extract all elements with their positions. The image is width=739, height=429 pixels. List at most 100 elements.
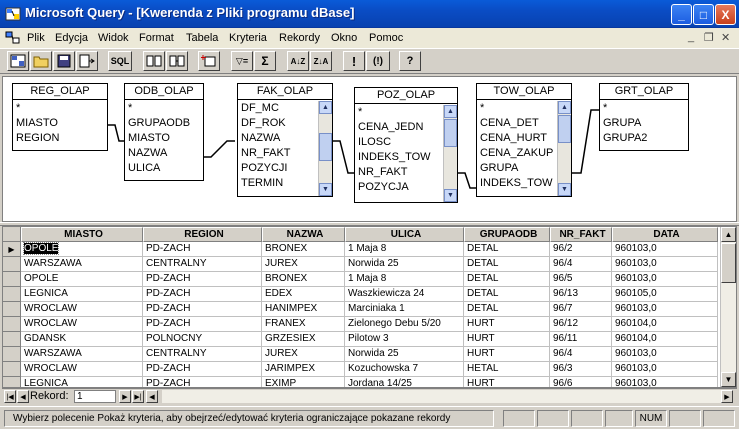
table-title[interactable]: REG_OLAP <box>13 84 107 100</box>
grid-cell[interactable]: 960105,0 <box>612 287 718 302</box>
menu-pomoc[interactable]: Pomoc <box>369 32 403 44</box>
active-cell-value[interactable]: OPOLE <box>22 242 60 255</box>
show-criteria-button[interactable] <box>166 51 188 71</box>
next-record-icon[interactable]: ▶ <box>119 390 131 403</box>
sum-button[interactable]: Σ <box>254 51 276 71</box>
grid-cell[interactable]: OPOLE <box>21 242 143 257</box>
grid-cell[interactable]: PD-ZACH <box>143 302 262 317</box>
grid-cell[interactable]: 960104,0 <box>612 317 718 332</box>
field-item[interactable]: TERMIN <box>238 176 317 191</box>
grid-cell[interactable]: 96/5 <box>550 272 612 287</box>
select-all-corner[interactable] <box>3 227 21 242</box>
grid-cell[interactable]: GDANSK <box>21 332 143 347</box>
field-item[interactable]: * <box>477 101 556 116</box>
table-row[interactable]: WROCLAW PD-ZACH FRANEX Zielonego Debu 5/20 H… <box>3 317 718 332</box>
field-item[interactable]: ULICA <box>125 161 203 176</box>
grid-cell[interactable]: LEGNICA <box>21 287 143 302</box>
grid-cell[interactable]: 960103,0 <box>612 257 718 272</box>
grid-cell[interactable]: 1 Maja 8 <box>345 242 464 257</box>
save-button[interactable] <box>53 51 75 71</box>
table-row[interactable]: GDANSK POLNOCNY GRZESIEX Pilotow 3 HURT 96/11… <box>3 332 718 347</box>
table-row[interactable]: LEGNICA PD-ZACH EXIMP Jordana 14/25 HURT 96/6… <box>3 377 718 387</box>
scroll-down-icon[interactable]: ▼ <box>558 183 571 196</box>
grid-cell[interactable]: 96/4 <box>550 347 612 362</box>
column-header[interactable]: GRUPAODB <box>464 227 550 242</box>
grid-cell[interactable]: HANIMPEX <box>262 302 345 317</box>
field-item[interactable]: CENA_ZAKUP <box>477 146 556 161</box>
field-item[interactable]: ILOSC <box>355 135 442 150</box>
field-item[interactable]: MIASTO <box>13 116 107 131</box>
grid-cell[interactable]: HURT <box>464 377 550 387</box>
field-item[interactable]: GRUPAODB <box>125 116 203 131</box>
table-scrollbar[interactable]: ▲ ▼ <box>557 101 571 196</box>
table-odb-olap[interactable]: ODB_OLAP * GRUPAODB MIASTO NAZWA ULICA <box>124 83 204 181</box>
grid-cell[interactable]: JARIMPEX <box>262 362 345 377</box>
grid-cell[interactable]: BRONEX <box>262 272 345 287</box>
field-item[interactable]: POZYCJI <box>238 161 317 176</box>
table-row[interactable]: WROCLAW PD-ZACH HANIMPEX Marciniaka 1 DETAL 9… <box>3 302 718 317</box>
scroll-left-icon[interactable]: ◀ <box>146 390 158 403</box>
previous-record-icon[interactable]: ◀ <box>17 390 29 403</box>
scroll-thumb[interactable] <box>558 115 571 143</box>
field-item[interactable]: NAZWA <box>125 146 203 161</box>
grid-cell[interactable]: POLNOCNY <box>143 332 262 347</box>
field-item[interactable]: NR_FAKT <box>238 146 317 161</box>
grid-cell[interactable]: 96/12 <box>550 317 612 332</box>
show-tables-button[interactable] <box>143 51 165 71</box>
grid-cell[interactable]: WROCLAW <box>21 362 143 377</box>
scroll-down-icon[interactable]: ▼ <box>444 189 457 202</box>
table-reg-olap[interactable]: REG_OLAP * MIASTO REGION <box>12 83 108 151</box>
grid-cell[interactable]: HURT <box>464 332 550 347</box>
field-item[interactable]: * <box>355 105 442 120</box>
table-title[interactable]: TOW_OLAP <box>477 84 571 100</box>
grid-cell[interactable]: 960103,0 <box>612 347 718 362</box>
table-row[interactable]: WROCLAW PD-ZACH JARIMPEX Kozuchowska 7 HETAL… <box>3 362 718 377</box>
grid-cell[interactable]: GRZESIEX <box>262 332 345 347</box>
return-data-button[interactable] <box>76 51 98 71</box>
grid-cell[interactable]: CENTRALNY <box>143 257 262 272</box>
query-now-button[interactable]: ! <box>343 51 365 71</box>
column-header[interactable]: NR_FAKT <box>550 227 612 242</box>
menu-rekordy[interactable]: Rekordy <box>279 32 320 44</box>
column-header[interactable]: DATA <box>612 227 718 242</box>
scroll-down-icon[interactable]: ▼ <box>721 372 736 387</box>
mdi-minimize-button[interactable]: _ <box>688 31 694 43</box>
last-record-icon[interactable]: ▶| <box>132 390 144 403</box>
grid-cell[interactable]: 96/4 <box>550 257 612 272</box>
table-row[interactable]: OPOLE PD-ZACH BRONEX 1 Maja 8 DETAL 96/5 96010… <box>3 272 718 287</box>
row-selector[interactable] <box>3 377 21 387</box>
table-title[interactable]: POZ_OLAP <box>355 88 457 104</box>
grid-horizontal-scrollbar[interactable] <box>162 390 721 403</box>
grid-cell[interactable]: 960103,0 <box>612 272 718 287</box>
grid-cell[interactable]: WROCLAW <box>21 302 143 317</box>
first-record-icon[interactable]: |◀ <box>4 390 16 403</box>
table-title[interactable]: FAK_OLAP <box>238 84 332 100</box>
field-item[interactable]: CENA_DET <box>477 116 556 131</box>
column-header[interactable]: NAZWA <box>262 227 345 242</box>
auto-query-button[interactable]: (!) <box>366 51 390 71</box>
grid-cell[interactable]: 96/6 <box>550 377 612 387</box>
field-item[interactable]: INDEKS_TOW <box>477 176 556 191</box>
grid-cell[interactable]: 96/13 <box>550 287 612 302</box>
menu-okno[interactable]: Okno <box>331 32 357 44</box>
grid-cell[interactable]: Waszkiewicza 24 <box>345 287 464 302</box>
grid-cell[interactable]: PD-ZACH <box>143 377 262 387</box>
menu-kryteria[interactable]: Kryteria <box>229 32 267 44</box>
table-fak-olap[interactable]: FAK_OLAP DF_MC DF_ROK NAZWA NR_FAKT POZY… <box>237 83 333 197</box>
grid-cell[interactable]: LEGNICA <box>21 377 143 387</box>
field-item[interactable]: * <box>125 101 203 116</box>
grid-cell[interactable]: DETAL <box>464 302 550 317</box>
grid-cell[interactable]: PD-ZACH <box>143 362 262 377</box>
criteria-equals-button[interactable]: ▽= <box>231 51 253 71</box>
table-title[interactable]: GRT_OLAP <box>600 84 688 100</box>
menu-format[interactable]: Format <box>139 32 174 44</box>
grid-cell[interactable]: PD-ZACH <box>143 242 262 257</box>
menu-tabela[interactable]: Tabela <box>186 32 218 44</box>
field-item[interactable]: NAZWA <box>238 131 317 146</box>
grid-cell[interactable]: 960104,0 <box>612 332 718 347</box>
row-selector[interactable] <box>3 332 21 347</box>
grid-cell[interactable]: EDEX <box>262 287 345 302</box>
grid-cell[interactable]: FRANEX <box>262 317 345 332</box>
field-item[interactable]: GRUPA <box>600 116 688 131</box>
field-item[interactable]: INDEKS_TOW <box>355 150 442 165</box>
